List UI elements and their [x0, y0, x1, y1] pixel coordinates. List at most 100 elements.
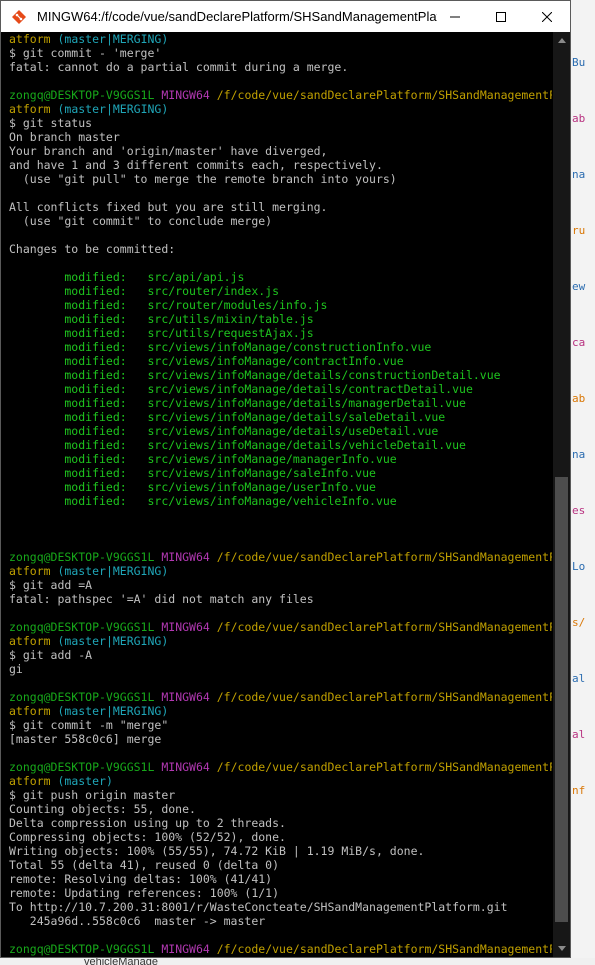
- git-bash-icon[interactable]: [11, 9, 27, 25]
- output-line: (use "git commit" to conclude merge): [9, 214, 273, 228]
- close-icon: [542, 11, 552, 22]
- prompt-shell: MINGW64: [161, 88, 210, 102]
- output-line: $ git status: [9, 116, 93, 130]
- prompt-path-wrap: atform: [9, 774, 51, 788]
- scrollbar-thumb[interactable]: [555, 476, 568, 923]
- vertical-scrollbar[interactable]: [553, 32, 570, 957]
- output-line: $ git commit -m "merge": [9, 718, 169, 732]
- prompt-branch: (master|MERGING): [57, 102, 169, 116]
- modified-file-line: modified: src/views/infoManage/vehicleIn…: [9, 494, 397, 508]
- prompt-branch-line: atform (master|MERGING): [9, 32, 552, 46]
- prompt-user: zongq@DESKTOP-V9GGS1L: [9, 620, 155, 634]
- prompt-user: zongq@DESKTOP-V9GGS1L: [9, 942, 155, 956]
- background-code-fragment: ca: [572, 336, 586, 349]
- prompt-branch: (master): [57, 774, 113, 788]
- modified-file-line: modified: src/utils/requestAjax.js: [9, 326, 314, 340]
- background-code-fragment: na: [572, 168, 586, 181]
- background-code-fragment: ru: [572, 224, 586, 237]
- modified-file-line: modified: src/views/infoManage/details/c…: [9, 382, 473, 396]
- output-line: and have 1 and 3 different commits each,…: [9, 158, 383, 172]
- prompt-path-wrap: atform: [9, 32, 51, 46]
- terminal-output[interactable]: atform (master|MERGING) $ git commit - 'm…: [1, 32, 570, 957]
- prompt-line: zongq@DESKTOP-V9GGS1L MINGW64 /f/code/vu…: [9, 942, 552, 956]
- output-line: (use "git pull" to merge the remote bran…: [9, 172, 397, 186]
- modified-file-line: modified: src/views/infoManage/details/v…: [9, 438, 466, 452]
- modified-file-line: modified: src/views/infoManage/saleInfo.…: [9, 466, 376, 480]
- scroll-down-arrow-icon: [557, 946, 566, 951]
- output-line: Delta compression using up to 2 threads.: [9, 816, 286, 830]
- maximize-icon: [496, 11, 506, 22]
- output-line: [master 558c0c6] merge: [9, 732, 162, 746]
- modified-file-line: modified: src/utils/mixin/table.js: [9, 312, 314, 326]
- terminal-window[interactable]: MINGW64:/f/code/vue/sandDeclarePlatform/…: [0, 0, 571, 958]
- modified-file-line: modified: src/views/infoManage/construct…: [9, 340, 432, 354]
- output-line: On branch master: [9, 130, 120, 144]
- prompt-line: zongq@DESKTOP-V9GGS1L MINGW64 /f/code/vu…: [9, 88, 552, 102]
- modified-file-line: modified: src/api/api.js: [9, 270, 245, 284]
- prompt-path-wrap: atform: [9, 704, 51, 718]
- background-code-fragment: na: [572, 448, 586, 461]
- prompt-path-wrap: atform: [9, 956, 51, 957]
- scroll-up-button[interactable]: [553, 32, 570, 49]
- background-code-fragment: Bu: [572, 56, 586, 69]
- background-code-fragment: al: [572, 672, 586, 685]
- modified-file-line: modified: src/views/infoManage/details/s…: [9, 410, 446, 424]
- prompt-branch-line: atform (master): [9, 774, 552, 788]
- background-code-fragment: al: [572, 728, 586, 741]
- output-line: Total 55 (delta 41), reused 0 (delta 0): [9, 858, 280, 872]
- prompt-path: /f/code/vue/sandDeclarePlatform/SHSandMa…: [216, 942, 552, 956]
- modified-file-line: modified: src/views/infoManage/userInfo.…: [9, 480, 376, 494]
- prompt-branch-line: atform (master): [9, 956, 552, 957]
- background-editor-window: Bu ab na ru ew ca ab na es Lo s/al al nf: [570, 0, 595, 965]
- output-line: fatal: pathspec '=A' did not match any f…: [9, 592, 314, 606]
- prompt-line: zongq@DESKTOP-V9GGS1L MINGW64 /f/code/vu…: [9, 690, 552, 704]
- prompt-user: zongq@DESKTOP-V9GGS1L: [9, 690, 155, 704]
- prompt-path: /f/code/vue/sandDeclarePlatform/SHSandMa…: [216, 760, 552, 774]
- modified-file-line: modified: src/views/infoManage/managerIn…: [9, 452, 397, 466]
- prompt-branch: (master|MERGING): [57, 564, 169, 578]
- title-bar[interactable]: MINGW64:/f/code/vue/sandDeclarePlatform/…: [1, 1, 570, 32]
- modified-file-line: modified: src/router/index.js: [9, 284, 280, 298]
- prompt-branch-line: atform (master|MERGING): [9, 564, 552, 578]
- maximize-button[interactable]: [478, 1, 524, 32]
- prompt-user: zongq@DESKTOP-V9GGS1L: [9, 760, 155, 774]
- background-code-fragment: ab: [572, 112, 586, 125]
- output-line: Compressing objects: 100% (52/52), done.: [9, 830, 286, 844]
- output-line: $ git add =A: [9, 578, 93, 592]
- output-line: Your branch and 'origin/master' have div…: [9, 144, 328, 158]
- minimize-icon: [450, 16, 460, 17]
- prompt-path-wrap: atform: [9, 634, 51, 648]
- output-line: $ git add -A: [9, 648, 93, 662]
- prompt-shell: MINGW64: [161, 690, 210, 704]
- prompt-shell: MINGW64: [161, 942, 210, 956]
- close-button[interactable]: [524, 1, 570, 32]
- prompt-branch-line: atform (master|MERGING): [9, 634, 552, 648]
- background-code-fragment: Lo: [572, 560, 586, 573]
- output-line: gi: [9, 662, 23, 676]
- scroll-up-arrow-icon: [557, 38, 566, 43]
- prompt-path: /f/code/vue/sandDeclarePlatform/SHSandMa…: [216, 690, 552, 704]
- background-code-fragment: ew: [572, 280, 586, 293]
- scroll-down-button[interactable]: [553, 940, 570, 957]
- modified-file-line: modified: src/views/infoManage/details/u…: [9, 424, 439, 438]
- background-tree-item[interactable]: vehicleManage: [84, 958, 158, 965]
- minimize-button[interactable]: [432, 1, 478, 32]
- prompt-line: zongq@DESKTOP-V9GGS1L MINGW64 /f/code/vu…: [9, 760, 552, 774]
- prompt-path-wrap: atform: [9, 102, 51, 116]
- prompt-shell: MINGW64: [161, 550, 210, 564]
- output-line: Writing objects: 100% (55/55), 74.72 KiB…: [9, 844, 425, 858]
- prompt-path: /f/code/vue/sandDeclarePlatform/SHSandMa…: [216, 88, 552, 102]
- output-line: Counting objects: 55, done.: [9, 802, 196, 816]
- output-line: To http://10.7.200.31:8001/r/WasteConcte…: [9, 900, 508, 914]
- prompt-line: zongq@DESKTOP-V9GGS1L MINGW64 /f/code/vu…: [9, 550, 552, 564]
- output-line: All conflicts fixed but you are still me…: [9, 200, 328, 214]
- background-code-fragment: s/: [572, 616, 586, 629]
